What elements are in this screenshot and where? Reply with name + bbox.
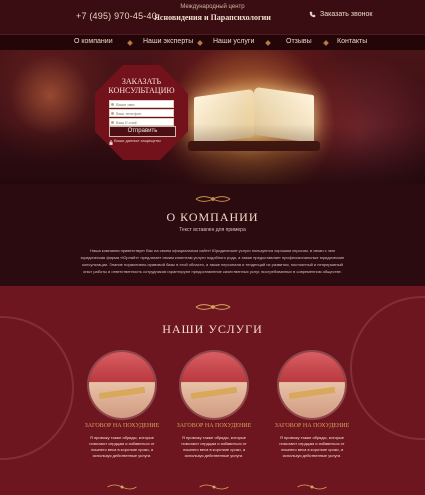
decor-circle-icon xyxy=(0,316,74,460)
mail-icon xyxy=(111,121,114,124)
service-card[interactable]: ЗАГОВОР НА ПОХУДЕНИЕ Я провожу также обр… xyxy=(76,352,168,492)
nav-divider-icon xyxy=(197,40,203,46)
ornament-icon xyxy=(195,304,231,310)
decor-circle-icon xyxy=(350,296,425,440)
nav-divider-icon xyxy=(265,40,271,46)
name-input[interactable]: Ваше имя xyxy=(109,100,174,108)
ornament-icon xyxy=(297,484,327,490)
nav-item-reviews[interactable]: Отзывы xyxy=(286,38,312,45)
service-description: Я провожу также обряды, которые помогают… xyxy=(89,435,155,458)
ornament-icon xyxy=(195,196,231,202)
service-title[interactable]: ЗАГОВОР НА ПОХУДЕНИЕ xyxy=(168,423,260,429)
privacy-note: Ваши данные защищены xyxy=(114,138,161,143)
service-image xyxy=(181,352,247,418)
service-card[interactable]: ЗАГОВОР НА ПОХУДЕНИЕ Я провожу также обр… xyxy=(168,352,260,492)
about-section: О КОМПАНИИ Текст вставлен для примера На… xyxy=(0,184,425,286)
nav-divider-icon xyxy=(323,40,329,46)
consultation-title: ЗАКАЗАТЬ КОНСУЛЬТАЦИЮ xyxy=(108,77,175,95)
callback-link[interactable]: Заказать звонок xyxy=(309,11,372,18)
about-title: О КОМПАНИИ xyxy=(166,210,259,224)
service-title[interactable]: ЗАГОВОР НА ПОХУДЕНИЕ xyxy=(76,423,168,429)
phone-input[interactable]: Ваш телефон xyxy=(109,109,174,117)
lock-icon xyxy=(109,140,113,145)
nav-item-about[interactable]: О компании xyxy=(74,38,113,45)
nav-item-experts[interactable]: Наши эксперты xyxy=(143,38,193,45)
email-input[interactable]: Ваш E-mail xyxy=(109,118,174,126)
brand-subtitle: Международный центр xyxy=(180,4,245,10)
submit-button[interactable]: Отправить xyxy=(109,126,176,137)
phone-field-icon xyxy=(111,112,114,115)
callback-label: Заказать звонок xyxy=(320,11,373,18)
service-description: Я провожу также обряды, которые помогают… xyxy=(279,435,345,458)
phone-icon xyxy=(309,11,316,18)
nav-item-services[interactable]: Наши услуги xyxy=(213,38,254,45)
ornament-icon xyxy=(107,484,137,490)
hero-banner xyxy=(0,50,425,198)
nav-divider-icon xyxy=(127,40,133,46)
services-section: НАШИ УСЛУГИ ЗАГОВОР НА ПОХУДЕНИЕ Я прово… xyxy=(0,286,425,495)
service-image xyxy=(279,352,345,418)
service-title[interactable]: ЗАГОВОР НА ПОХУДЕНИЕ xyxy=(266,423,358,429)
service-description: Я провожу также обряды, которые помогают… xyxy=(181,435,247,458)
nav-item-contacts[interactable]: Контакты xyxy=(337,38,367,45)
header: +7 (495) 970-45-40 Международный центр Я… xyxy=(0,0,425,34)
service-card[interactable]: ЗАГОВОР НА ПОХУДЕНИЕ Я провожу также обр… xyxy=(266,352,358,492)
services-title: НАШИ УСЛУГИ xyxy=(162,322,263,336)
ornament-icon xyxy=(199,484,229,490)
landing-page: +7 (495) 970-45-40 Международный центр Я… xyxy=(0,0,425,495)
about-subtitle: Текст вставлен для примера xyxy=(179,227,246,233)
user-icon xyxy=(111,103,114,106)
service-image xyxy=(89,352,155,418)
about-paragraph: Наша компания приветствует Вас на своем … xyxy=(80,248,345,274)
